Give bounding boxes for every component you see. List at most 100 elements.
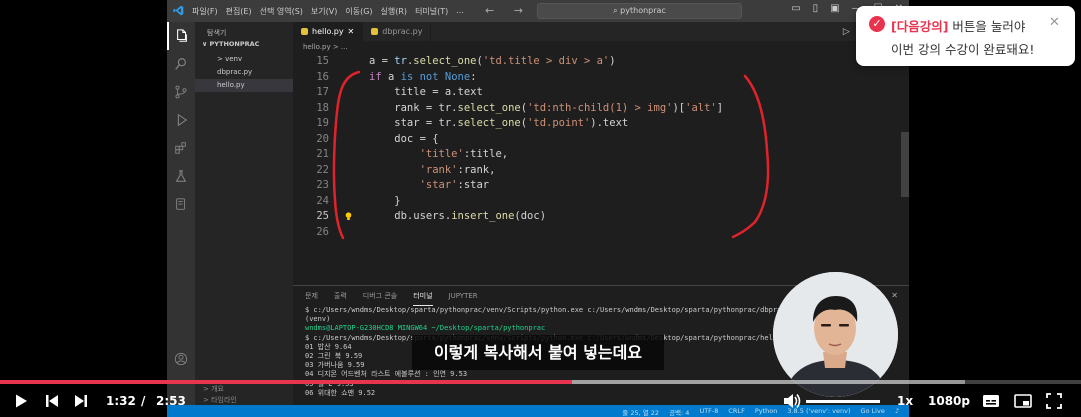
source-control-icon — [167, 78, 195, 106]
next-icon[interactable] — [73, 393, 89, 409]
code-line: 20 doc = { — [293, 132, 909, 148]
code-line: 19 star = tr.select_one('td.point').text — [293, 116, 909, 132]
editor-tab-label: hello.py — [312, 27, 344, 36]
explorer-icon — [167, 22, 195, 50]
code-text: title = a.text — [369, 86, 483, 98]
subtitles-icon[interactable] — [982, 393, 1000, 409]
instructor-avatar-icon — [773, 272, 898, 397]
menu-item-7[interactable]: ... — [456, 6, 464, 17]
playback-speed-button[interactable]: 1x — [897, 394, 913, 408]
line-number: 18 — [316, 101, 329, 114]
extensions-icon — [167, 134, 195, 162]
editor-scrollbar — [901, 132, 909, 197]
menu-item-0[interactable]: 파일(F) — [192, 6, 218, 17]
code-line: 24 } — [293, 194, 909, 210]
code-text: 'star':star — [419, 179, 490, 191]
explorer-file-item[interactable]: dbprac.py — [195, 66, 293, 79]
panel-tab[interactable]: 터미널 — [413, 286, 433, 306]
code-text: 'rank':rank, — [419, 163, 496, 176]
panel-tab[interactable]: 디버그 콘솔 — [363, 286, 397, 306]
video-subtitle: 이렇게 복사해서 붙여 넣는데요 — [412, 335, 664, 370]
lightbulb-icon[interactable] — [345, 212, 352, 221]
explorer-file-list: > venv dbprac.py hello.py — [195, 53, 293, 92]
time-separator: / — [141, 394, 146, 408]
editor-tab[interactable]: dbprac.py — [363, 22, 432, 41]
nav-arrows: ← → — [485, 4, 531, 17]
next-lecture-toast: ✓ [다음강의] 버튼을 눌러야 이번 강의 수강이 완료돼요! ✕ — [856, 6, 1075, 66]
vscode-logo-icon — [173, 5, 184, 16]
toast-line1-text: 버튼을 눌러야 — [948, 19, 1026, 34]
search-icon — [167, 50, 195, 78]
code-text: db.users.insert_one(doc) — [369, 210, 547, 222]
code-text: } — [369, 194, 401, 207]
line-number: 23 — [316, 179, 329, 191]
line-number: 17 — [316, 86, 329, 98]
account-icon — [167, 347, 195, 371]
explorer-header: 탐색기 — [207, 29, 227, 37]
explorer-folder-root: ∨ PYTHONPRAC — [202, 40, 260, 48]
menu-item-4[interactable]: 이동(G) — [345, 6, 372, 17]
command-center-search: ⌕ pythonprac — [537, 3, 742, 19]
panel-tab[interactable]: 문제 — [305, 286, 318, 306]
code-text: star = tr.select_one('td.point').text — [369, 117, 629, 129]
vscode-menu-bar: 파일(F) 편집(E) 선택 영역(S) 보기(V) 이동(G) 실행(R) 터미널(T).… — [192, 6, 464, 17]
check-circle-icon: ✓ — [869, 16, 885, 32]
toast-message-line2: 이번 강의 수강이 완료돼요! — [891, 42, 1035, 57]
tab-close-icon[interactable]: ✕ — [348, 22, 355, 41]
code-line: 22 'rank':rank, — [293, 163, 909, 179]
quality-button[interactable]: 1080p — [928, 394, 970, 408]
volume-icon[interactable] — [783, 393, 801, 409]
code-line: 23 'star':star — [293, 178, 909, 194]
editor-tab-bar: hello.py ✕ dbprac.py — [293, 22, 909, 41]
panel-tab[interactable]: 출력 — [334, 286, 347, 306]
explorer-file-item[interactable]: > venv — [195, 53, 293, 66]
code-editor: hello.py✕dbprac.py ▷ ◫ … hello.py > ... … — [293, 22, 909, 285]
code-line: 16 if a is not None: — [293, 70, 909, 86]
explorer-sidebar: 탐색기 ∨ PYTHONPRAC > venv dbprac.py hello.py… — [195, 22, 293, 417]
fullscreen-icon[interactable] — [1046, 393, 1062, 409]
line-number: 19 — [316, 117, 329, 129]
play-icon[interactable] — [13, 393, 29, 409]
editor-tab[interactable]: hello.py ✕ — [293, 22, 364, 41]
close-icon[interactable]: ✕ — [1049, 15, 1060, 30]
window-control-2[interactable]: ▣ — [830, 3, 839, 14]
activity-bar — [167, 22, 195, 417]
code-lines: 15 a = tr.select_one('td.title > div > a'… — [293, 54, 909, 240]
code-text: a = tr.select_one('td.title > div > a') — [369, 55, 616, 67]
duration: 2:53 — [156, 394, 186, 408]
window-control-0[interactable]: ▭ — [791, 3, 800, 14]
code-line: 25 db.users.insert_one(doc) — [293, 209, 909, 225]
line-number: 15 — [316, 55, 329, 67]
code-line: 26 — [293, 225, 909, 241]
code-text: doc = { — [369, 132, 439, 145]
python-file-icon — [301, 28, 308, 35]
vscode-titlebar: 파일(F) 편집(E) 선택 영역(S) 보기(V) 이동(G) 실행(R) 터미널(T).… — [167, 0, 909, 22]
progress-played — [0, 380, 572, 384]
line-number: 16 — [316, 70, 329, 83]
python-file-icon — [371, 28, 379, 35]
menu-item-3[interactable]: 보기(V) — [311, 6, 337, 17]
previous-icon[interactable] — [44, 393, 60, 409]
current-time: 1:32 — [106, 394, 136, 408]
panel-tab[interactable]: JUPYTER — [449, 286, 478, 306]
code-text: if a is not None: — [369, 70, 477, 83]
video-progress-bar[interactable] — [0, 380, 1081, 384]
code-text: 'title':title, — [419, 148, 509, 160]
breadcrumb: hello.py > ... — [303, 43, 348, 51]
code-line: 21 'title':title, — [293, 147, 909, 163]
menu-item-1[interactable]: 편집(E) — [226, 6, 252, 17]
code-line: 18 rank = tr.select_one('td:nth-child(1)… — [293, 101, 909, 117]
line-number: 21 — [316, 148, 329, 160]
line-number: 25 — [316, 210, 329, 222]
line-number: 26 — [316, 225, 329, 238]
testing-flask-icon — [167, 162, 195, 190]
menu-item-2[interactable]: 선택 영역(S) — [260, 6, 303, 17]
window-control-1[interactable]: ▯ — [813, 3, 819, 14]
explorer-file-item[interactable]: hello.py — [195, 79, 293, 92]
code-text: rank = tr.select_one('td:nth-child(1) > … — [369, 101, 724, 114]
menu-item-5[interactable]: 실행(R) — [381, 6, 408, 17]
volume-slider[interactable] — [806, 400, 880, 403]
menu-item-6[interactable]: 터미널(T) — [415, 6, 448, 17]
picture-in-picture-icon[interactable] — [1014, 393, 1032, 409]
code-line: 17 title = a.text — [293, 85, 909, 101]
